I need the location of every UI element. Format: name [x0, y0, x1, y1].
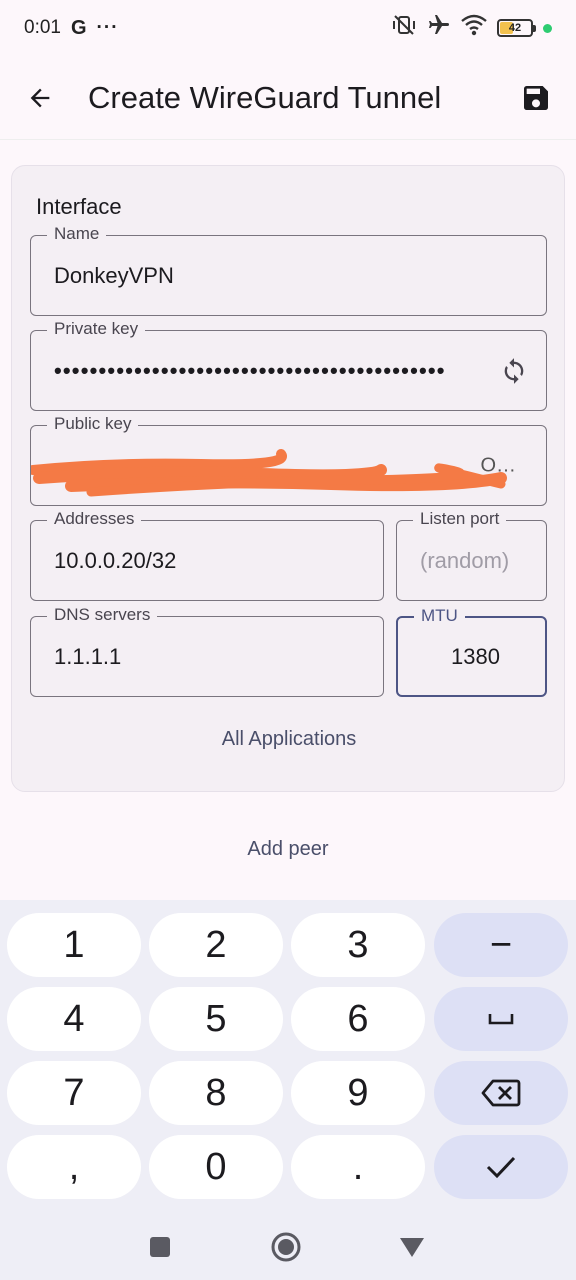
backspace-icon	[481, 1079, 521, 1107]
generate-key-button[interactable]	[494, 351, 534, 391]
name-field[interactable]: Name DonkeyVPN	[30, 224, 547, 316]
key-done[interactable]	[434, 1135, 568, 1199]
refresh-icon	[504, 357, 524, 384]
key-5[interactable]: 5	[149, 987, 283, 1051]
key-4[interactable]: 4	[7, 987, 141, 1051]
space-icon	[488, 1014, 514, 1025]
google-icon: G	[70, 16, 87, 39]
battery-level: 42	[508, 22, 522, 34]
mtu-field[interactable]: MTU 1380	[396, 606, 547, 697]
key-6[interactable]: 6	[291, 987, 425, 1051]
save-icon	[524, 86, 548, 110]
back-nav-button[interactable]	[397, 1232, 427, 1262]
name-label: Name	[47, 224, 107, 244]
public-key-label: Public key	[47, 414, 139, 434]
airplane-mode-icon	[427, 13, 451, 43]
more-notifications-icon: ···	[96, 17, 119, 38]
key-7[interactable]: 7	[7, 1061, 141, 1125]
key-8[interactable]: 8	[149, 1061, 283, 1125]
public-key-field[interactable]: Public key O…	[30, 414, 547, 506]
save-button[interactable]	[514, 76, 558, 120]
all-applications-button[interactable]: All Applications	[12, 728, 566, 751]
name-value: DonkeyVPN	[54, 262, 174, 288]
recents-button[interactable]	[145, 1232, 175, 1262]
dns-servers-label: DNS servers	[47, 605, 158, 625]
addresses-label: Addresses	[47, 509, 142, 529]
app-bar: Create WireGuard Tunnel	[0, 56, 576, 140]
addresses-field[interactable]: Addresses 10.0.0.20/32	[30, 509, 384, 601]
key-3[interactable]: 3	[291, 913, 425, 977]
key-2[interactable]: 2	[149, 913, 283, 977]
battery-icon: 42	[497, 19, 536, 37]
mtu-label: MTU	[414, 606, 465, 626]
key-space[interactable]	[434, 987, 568, 1051]
key-1[interactable]: 1	[7, 913, 141, 977]
mtu-value: 1380	[451, 643, 500, 669]
wifi-icon	[461, 14, 487, 42]
key-9[interactable]: 9	[291, 1061, 425, 1125]
square-icon	[150, 1237, 170, 1257]
status-bar: 0:01 G ··· 42	[0, 0, 576, 56]
key-minus[interactable]: −	[434, 913, 568, 977]
back-button[interactable]	[0, 56, 80, 140]
key-period[interactable]: .	[291, 1135, 425, 1199]
status-time: 0:01	[24, 17, 61, 38]
triangle-icon	[400, 1238, 424, 1257]
interface-section-title: Interface	[36, 194, 122, 219]
private-key-label: Private key	[47, 319, 146, 339]
dns-servers-field[interactable]: DNS servers 1.1.1.1	[30, 605, 384, 697]
key-comma[interactable]: ,	[7, 1135, 141, 1199]
checkmark-icon	[486, 1156, 516, 1179]
home-button[interactable]	[271, 1232, 301, 1262]
dns-servers-value: 1.1.1.1	[54, 643, 122, 669]
circle-icon	[271, 1232, 301, 1262]
addresses-value: 10.0.0.20/32	[54, 547, 177, 573]
private-key-field[interactable]: Private key ••••••••••••••••••••••••••••…	[30, 319, 547, 411]
system-nav-bar	[0, 1210, 576, 1280]
redaction-scribble	[31, 449, 507, 497]
add-peer-button[interactable]: Add peer	[0, 838, 576, 861]
key-backspace[interactable]	[434, 1061, 568, 1125]
listen-port-label: Listen port	[413, 509, 507, 529]
arrow-back-icon	[30, 88, 50, 107]
page-title: Create WireGuard Tunnel	[88, 79, 442, 115]
vibrate-off-icon	[391, 13, 417, 43]
listen-port-field[interactable]: Listen port (random)	[396, 509, 547, 601]
key-0[interactable]: 0	[149, 1135, 283, 1199]
privacy-indicator-dot	[543, 23, 552, 33]
listen-port-placeholder: (random)	[420, 547, 510, 573]
interface-card: Interface Name DonkeyVPN Private key •••…	[11, 165, 565, 792]
private-key-value: ••••••••••••••••••••••••••••••••••••••••…	[54, 357, 446, 383]
